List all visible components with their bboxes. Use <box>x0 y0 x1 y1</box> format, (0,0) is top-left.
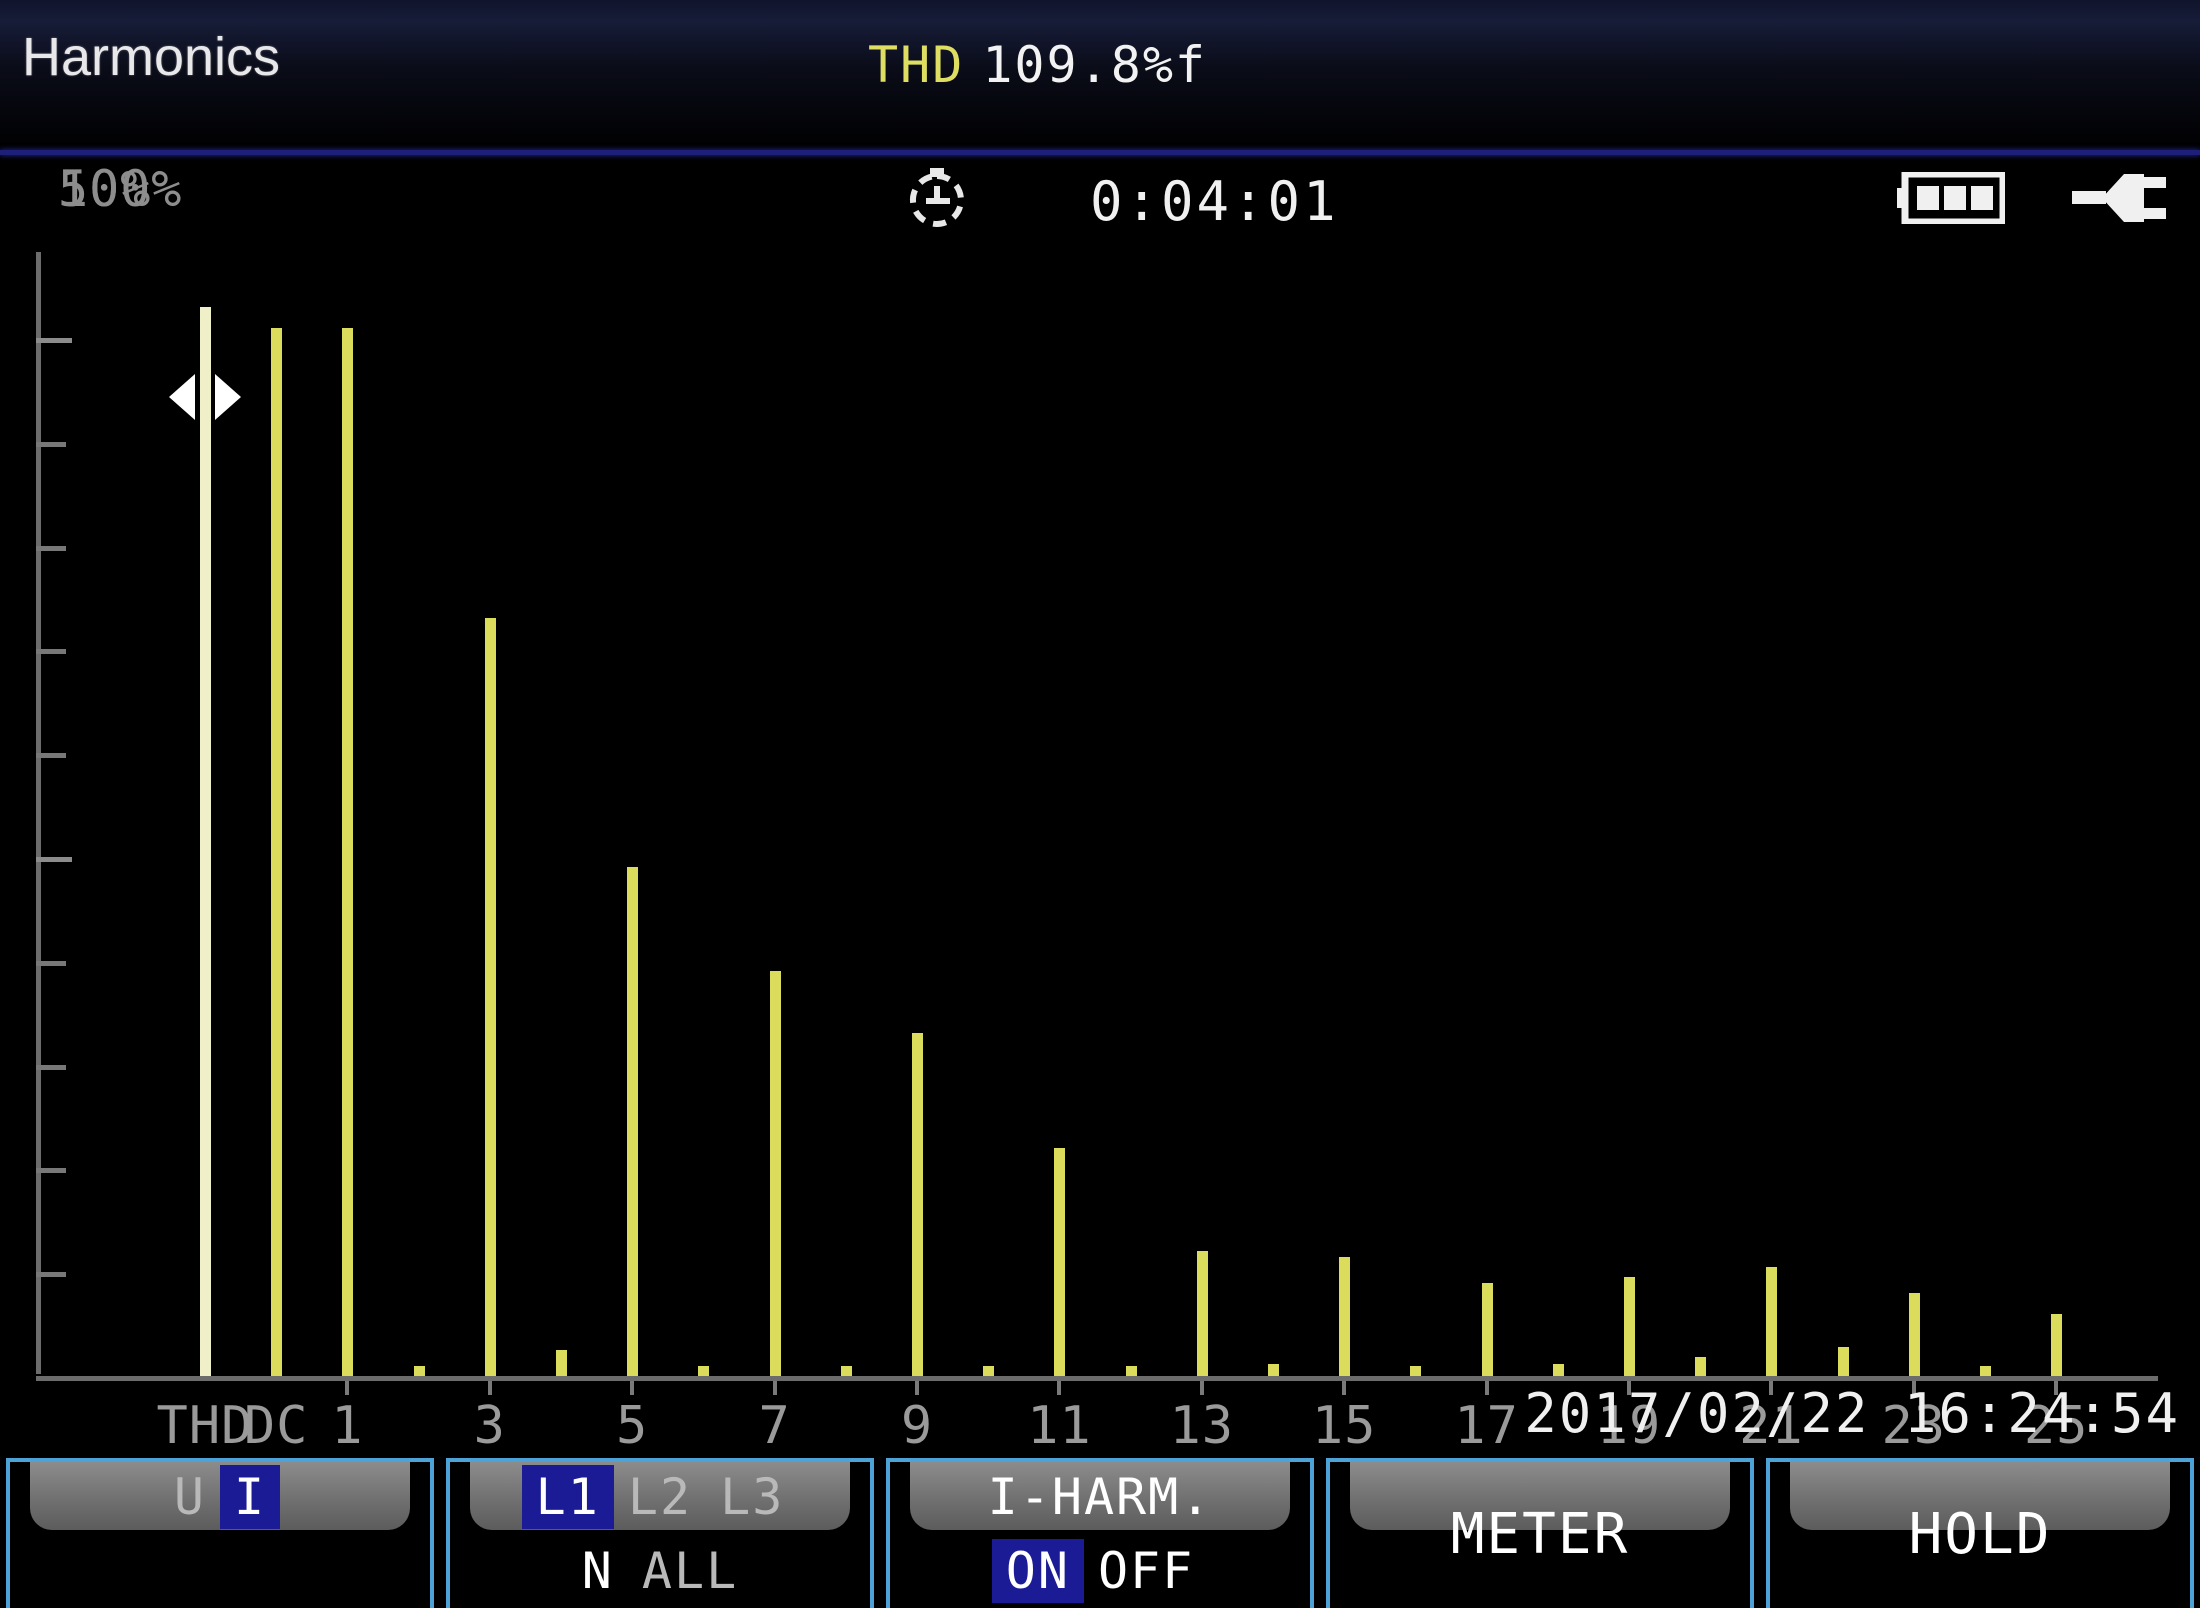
softkey-bottom-row: N ALL <box>450 1532 870 1608</box>
softkey-option-l2[interactable]: L2 <box>614 1465 706 1529</box>
y-tick <box>36 1168 66 1174</box>
softkey-top-row: UI <box>10 1465 430 1529</box>
title-divider <box>0 150 2200 155</box>
x-tick <box>1057 1381 1062 1395</box>
bar-22 <box>1837 1346 1849 1376</box>
softkey-phase[interactable]: L1 L2 L3 N ALL <box>446 1458 874 1608</box>
bar-24 <box>1980 1365 1991 1376</box>
softkey-option-i-harm[interactable]: I-HARM. <box>974 1465 1227 1529</box>
page-title: Harmonics <box>22 27 281 87</box>
bar-19 <box>1624 1277 1635 1376</box>
x-label-thd: THD <box>156 1396 254 1456</box>
x-tick <box>1484 1381 1489 1395</box>
bar-16 <box>1410 1365 1422 1376</box>
bar-7 <box>769 971 781 1376</box>
softkey-i-harm[interactable]: I-HARM. ON OFF <box>886 1458 1314 1608</box>
y-tick <box>36 649 66 655</box>
thd-readout: THD 109.8%f <box>868 36 1207 94</box>
bar-3 <box>484 618 496 1376</box>
softkey-top-row: I-HARM. <box>890 1466 1310 1528</box>
bar-10 <box>983 1365 995 1376</box>
cursor-right-arrow-icon <box>215 374 241 420</box>
x-label-11: 11 <box>1027 1396 1092 1456</box>
x-axis <box>36 1376 2158 1381</box>
bar-20 <box>1695 1357 1707 1376</box>
thd-label: THD <box>868 36 965 94</box>
y-tick <box>36 753 66 759</box>
y-tick <box>36 1272 66 1278</box>
softkey-bottom-row: ON OFF <box>890 1532 1310 1608</box>
x-tick <box>630 1381 635 1395</box>
bar-17 <box>1481 1282 1493 1376</box>
bar-thd <box>200 306 211 1376</box>
softkey-label: HOLD <box>1908 1502 2052 1567</box>
bar-23 <box>1908 1292 1920 1376</box>
softkey-option-n[interactable]: N <box>568 1539 628 1603</box>
x-tick <box>915 1381 919 1395</box>
cursor-left-arrow-icon <box>169 374 195 420</box>
softkey-bar: U I L1 L2 L3 N ALL I-HARM. ON OFF METER HOLD <box>0 1458 2200 1608</box>
bar-series <box>0 160 2200 1376</box>
x-label-9: 9 <box>900 1396 934 1456</box>
bar-12 <box>1125 1365 1137 1376</box>
y-tick <box>36 857 72 862</box>
analyzer-screen: Harmonics THD 109.8%f 0:04:01 100% 50% THD… <box>0 0 2200 1608</box>
softkey-option-off[interactable]: OFF <box>1084 1539 1208 1603</box>
bar-18 <box>1552 1363 1564 1376</box>
bar-1 <box>342 327 354 1376</box>
bar-dc <box>271 327 283 1376</box>
x-tick <box>1342 1381 1347 1395</box>
softkey-hold[interactable]: HOLD <box>1766 1458 2194 1608</box>
softkey-option-all[interactable]: ALL <box>628 1539 752 1603</box>
bar-4 <box>556 1350 567 1376</box>
x-label-17: 17 <box>1454 1396 1519 1456</box>
bar-21 <box>1766 1267 1778 1376</box>
x-label-13: 13 <box>1169 1396 1235 1456</box>
bar-14 <box>1268 1363 1279 1376</box>
y-tick <box>36 545 66 551</box>
softkey-top-row: L1 L2 L3 <box>450 1465 870 1529</box>
bar-2 <box>413 1365 425 1376</box>
softkey-label-wrap: METER <box>1330 1462 1750 1608</box>
x-tick <box>345 1381 350 1395</box>
softkey-option-u[interactable]: U <box>160 1465 220 1529</box>
x-label-dc: DC <box>243 1396 309 1456</box>
bar-6 <box>698 1365 710 1376</box>
y-tick <box>36 338 72 343</box>
softkey-label-wrap: HOLD <box>1770 1462 2190 1608</box>
softkey-option-i[interactable]: I <box>220 1465 281 1529</box>
bar-5 <box>627 867 639 1376</box>
softkey-option-l3[interactable]: L3 <box>706 1465 798 1529</box>
softkey-option-l1[interactable]: L1 <box>521 1465 614 1529</box>
datetime-readout: 2017/02/22 16:24:54 <box>1524 1382 2180 1445</box>
x-tick <box>1199 1381 1204 1395</box>
y-tick <box>36 960 66 966</box>
x-tick <box>772 1381 777 1395</box>
x-label-5: 5 <box>616 1396 649 1456</box>
bar-9 <box>912 1033 923 1376</box>
bar-11 <box>1054 1147 1066 1376</box>
x-label-15: 15 <box>1311 1396 1377 1456</box>
softkey-option-on[interactable]: ON <box>991 1539 1084 1603</box>
softkey-meter[interactable]: METER <box>1326 1458 1754 1608</box>
x-label-1: 1 <box>331 1396 364 1456</box>
softkey-label: METER <box>1450 1502 1630 1567</box>
title-bar: Harmonics THD 109.8%f <box>0 0 2200 155</box>
y-label-50: 50% <box>58 160 152 218</box>
y-tick <box>36 1064 66 1070</box>
bar-8 <box>840 1365 852 1376</box>
softkey-quantity[interactable]: UI <box>6 1458 434 1608</box>
x-tick <box>487 1381 492 1395</box>
x-label-7: 7 <box>758 1396 791 1456</box>
harmonics-chart[interactable]: 100% 50% THD DC 1 3 5 7 9 11 13 15 17 19 21 23 25 <box>0 160 2200 1456</box>
thd-value: 109.8%f <box>982 36 1208 94</box>
x-label-3: 3 <box>473 1396 506 1456</box>
y-tick <box>36 441 66 447</box>
cursor-marker[interactable] <box>169 366 241 428</box>
bar-13 <box>1196 1251 1208 1376</box>
bar-15 <box>1339 1256 1351 1376</box>
bar-25 <box>2051 1313 2063 1376</box>
